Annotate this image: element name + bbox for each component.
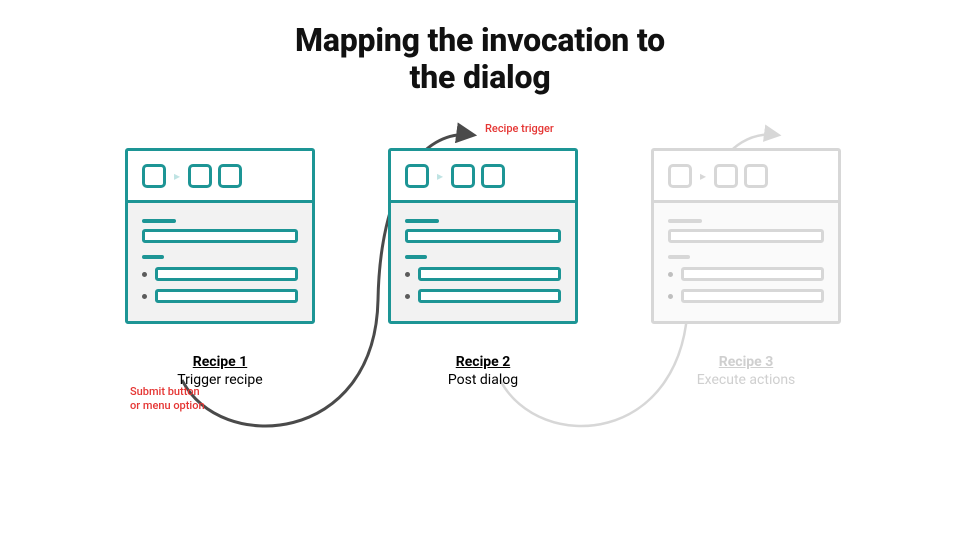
card-header: ▸ [128,151,312,203]
step-icon [218,164,242,188]
recipe-card-1: ▸ Recipe 1 Trigger recipe [125,148,315,388]
list-row [668,289,824,303]
diagram-stage: Mapping the invocation to the dialog Sub… [0,0,960,540]
card-body [654,203,838,321]
field-bar [405,229,561,243]
card-name: Recipe 3 [651,354,841,370]
bullet-icon [668,294,673,299]
field-bar [142,229,298,243]
bullet-icon [405,272,410,277]
card-frame: ▸ [125,148,315,324]
field-label-stub [668,219,702,223]
step-icon [451,164,475,188]
card-caption: Recipe 2 Post dialog [388,354,578,388]
field-bar [155,267,298,281]
bullet-icon [405,294,410,299]
annotation-trigger: Recipe trigger [485,122,554,136]
annotation-submit: Submit button or menu option [130,385,205,413]
bullet-icon [142,272,147,277]
field-bar [681,289,824,303]
bullet-icon [142,294,147,299]
field-label-stub [142,219,176,223]
step-icon [481,164,505,188]
card-caption: Recipe 1 Trigger recipe [125,354,315,388]
bullet-icon [668,272,673,277]
field-bar [418,267,561,281]
chevron-right-icon: ▸ [437,169,443,183]
step-icon [714,164,738,188]
field-bar [418,289,561,303]
step-icon [405,164,429,188]
step-icon [188,164,212,188]
list-row [405,267,561,281]
card-name: Recipe 2 [388,354,578,370]
list-row [405,289,561,303]
card-desc: Post dialog [388,372,578,388]
field-label-stub [142,255,164,259]
card-desc: Execute actions [651,372,841,388]
field-label-stub [668,255,690,259]
card-caption: Recipe 3 Execute actions [651,354,841,388]
field-bar [155,289,298,303]
page-title: Mapping the invocation to the dialog [0,22,960,96]
recipe-card-2: ▸ Recipe 2 Post dialog [388,148,578,388]
card-body [128,203,312,321]
step-icon [142,164,166,188]
field-bar [681,267,824,281]
chevron-right-icon: ▸ [174,169,180,183]
step-icon [668,164,692,188]
card-frame: ▸ [388,148,578,324]
list-row [142,267,298,281]
card-body [391,203,575,321]
title-line-2: the dialog [0,59,960,96]
field-label-stub [405,219,439,223]
chevron-right-icon: ▸ [700,169,706,183]
step-icon [744,164,768,188]
field-label-stub [405,255,427,259]
list-row [668,267,824,281]
card-name: Recipe 1 [125,354,315,370]
list-row [142,289,298,303]
card-desc: Trigger recipe [125,372,315,388]
title-line-1: Mapping the invocation to [0,22,960,59]
field-bar [668,229,824,243]
recipe-card-3: ▸ Recipe 3 Execute actions [651,148,841,388]
card-header: ▸ [391,151,575,203]
card-frame: ▸ [651,148,841,324]
card-header: ▸ [654,151,838,203]
